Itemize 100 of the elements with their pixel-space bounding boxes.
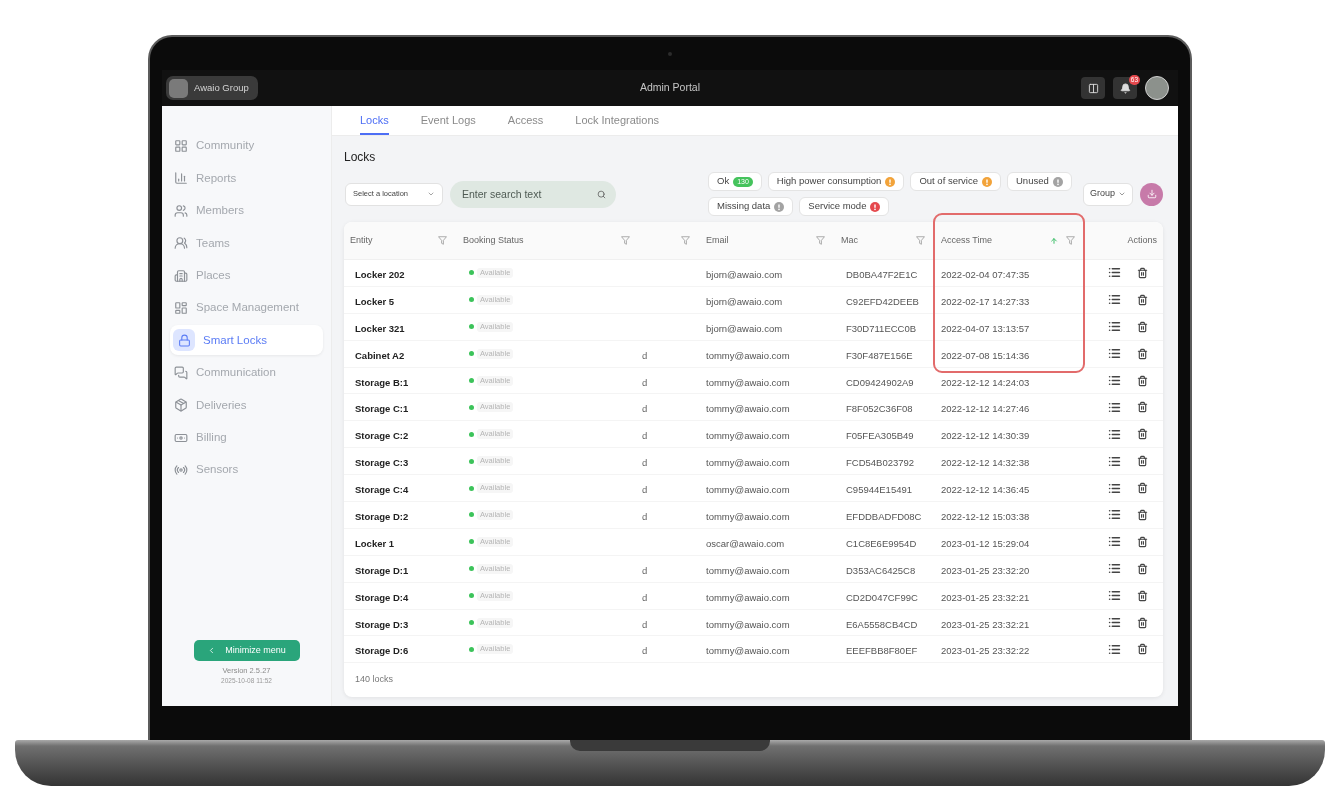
layout-icon bbox=[174, 300, 188, 315]
trash-icon[interactable] bbox=[1137, 401, 1148, 414]
access-time: 2022-12-12 14:27:46 bbox=[941, 403, 1030, 415]
sidebar-item[interactable]: Communication bbox=[170, 357, 323, 388]
trash-icon[interactable] bbox=[1137, 266, 1148, 279]
status-filter-chip[interactable]: Missing data bbox=[708, 197, 794, 216]
column-header: Entity bbox=[350, 233, 373, 247]
mac-address: C1C8E6E9954D bbox=[846, 537, 917, 549]
search-icon bbox=[597, 189, 606, 199]
columns-icon bbox=[1087, 82, 1099, 94]
mac-address: CD09424902A9 bbox=[846, 376, 914, 388]
column-value: d bbox=[642, 403, 648, 415]
email-address: tommy@awaio.com bbox=[706, 403, 790, 415]
tab[interactable]: Lock Integrations bbox=[575, 106, 660, 135]
access-time: 2022-12-12 14:32:38 bbox=[941, 457, 1030, 469]
chevron-down-icon bbox=[1118, 190, 1126, 198]
sidebar-item[interactable]: Places bbox=[170, 260, 323, 291]
list-icon[interactable] bbox=[1108, 427, 1121, 441]
list-icon[interactable] bbox=[1108, 642, 1121, 656]
trash-icon[interactable] bbox=[1137, 320, 1148, 333]
trash-icon[interactable] bbox=[1137, 455, 1148, 468]
trash-icon[interactable] bbox=[1137, 535, 1148, 548]
list-icon[interactable] bbox=[1108, 320, 1121, 334]
sidebar-item[interactable]: Members bbox=[170, 195, 323, 226]
trash-icon[interactable] bbox=[1137, 562, 1148, 575]
email-address: tommy@awaio.com bbox=[706, 510, 790, 522]
package-icon bbox=[174, 398, 188, 413]
trash-icon[interactable] bbox=[1137, 508, 1148, 521]
sidebar-item[interactable]: Sensors bbox=[170, 454, 323, 485]
list-icon[interactable] bbox=[1108, 347, 1121, 361]
list-icon[interactable] bbox=[1108, 616, 1121, 629]
lock-name: Locker 5 bbox=[355, 295, 395, 307]
tab[interactable]: Locks bbox=[360, 106, 389, 135]
lock-name: Storage C:4 bbox=[355, 484, 409, 496]
list-icon[interactable] bbox=[1108, 374, 1121, 387]
search-field[interactable]: Enter search text bbox=[450, 180, 616, 208]
access-time: 2022-04-07 13:13:57 bbox=[941, 322, 1030, 334]
avatar[interactable] bbox=[1145, 76, 1169, 100]
trash-icon[interactable] bbox=[1137, 347, 1148, 360]
mac-address: D353AC6425C8 bbox=[846, 564, 916, 576]
mac-address: F30D711ECC0B bbox=[846, 322, 917, 334]
minimize-menu-button[interactable]: Minimize menu bbox=[193, 640, 300, 661]
email-address: bjorn@awaio.com bbox=[706, 268, 783, 280]
group-select[interactable]: Group bbox=[1083, 182, 1133, 206]
lock-name: Locker 1 bbox=[355, 537, 395, 549]
list-icon[interactable] bbox=[1108, 454, 1121, 468]
trash-icon[interactable] bbox=[1137, 589, 1148, 602]
signal-icon bbox=[174, 462, 188, 477]
trash-icon[interactable] bbox=[1137, 643, 1148, 656]
status-filter-chip[interactable]: High power consumption bbox=[767, 172, 905, 191]
column-header: Mac bbox=[841, 233, 858, 247]
list-icon[interactable] bbox=[1108, 293, 1121, 307]
email-address: tommy@awaio.com bbox=[706, 349, 790, 361]
sidebar-item[interactable]: Billing bbox=[170, 422, 323, 453]
organization-switcher[interactable]: Awaio Group bbox=[166, 76, 258, 100]
lock-name: Storage D:3 bbox=[355, 618, 409, 630]
trash-icon[interactable] bbox=[1137, 482, 1148, 495]
tab[interactable]: Access bbox=[507, 106, 544, 135]
list-icon[interactable] bbox=[1108, 266, 1121, 280]
list-icon[interactable] bbox=[1108, 400, 1121, 414]
column-header: Email bbox=[706, 233, 729, 247]
sidebar-item[interactable]: Community bbox=[170, 131, 323, 161]
mac-address: EFDDBADFD08C bbox=[846, 510, 922, 522]
access-time: 2022-12-12 15:03:38 bbox=[941, 510, 1030, 522]
status-filter-chip[interactable]: Service mode bbox=[799, 197, 890, 216]
lock-name: Locker 202 bbox=[355, 268, 405, 280]
download-button[interactable] bbox=[1140, 182, 1163, 206]
trash-icon[interactable] bbox=[1137, 293, 1148, 306]
sidebar-item[interactable]: Deliveries bbox=[170, 390, 323, 421]
group-icon bbox=[174, 236, 188, 251]
email-address: tommy@awaio.com bbox=[706, 618, 790, 630]
list-icon[interactable] bbox=[1108, 562, 1121, 576]
column-value: d bbox=[642, 457, 648, 469]
sidebar-item[interactable]: Teams bbox=[170, 228, 323, 259]
lock-count: 140 locks bbox=[355, 673, 394, 687]
access-time: 2022-12-12 14:24:03 bbox=[941, 376, 1030, 388]
sidebar-item[interactable]: Reports bbox=[170, 163, 323, 194]
access-time: 2022-07-08 15:14:36 bbox=[941, 349, 1030, 361]
trash-icon[interactable] bbox=[1137, 374, 1148, 387]
sidebar-item[interactable]: Smart Locks bbox=[170, 325, 323, 356]
access-time: 2023-01-25 23:32:22 bbox=[941, 645, 1030, 657]
email-address: tommy@awaio.com bbox=[706, 484, 790, 496]
sidebar-item[interactable]: Space Management bbox=[170, 292, 323, 323]
list-icon[interactable] bbox=[1108, 481, 1121, 495]
list-icon[interactable] bbox=[1108, 508, 1121, 522]
access-time: 2023-01-25 23:32:21 bbox=[941, 591, 1030, 603]
column-value: d bbox=[642, 349, 648, 361]
lock-name: Storage D:1 bbox=[355, 564, 409, 576]
status-filter-chip[interactable]: Unused bbox=[1007, 172, 1072, 191]
mac-address: F30F487E156E bbox=[846, 349, 913, 361]
mac-address: C95944E15491 bbox=[846, 484, 913, 496]
trash-icon[interactable] bbox=[1137, 616, 1148, 629]
column-value: d bbox=[642, 376, 648, 388]
list-icon[interactable] bbox=[1108, 589, 1121, 603]
trash-icon[interactable] bbox=[1137, 428, 1148, 441]
list-icon[interactable] bbox=[1108, 535, 1121, 549]
status-filter-chip[interactable]: Out of service bbox=[910, 172, 1001, 191]
panel-toggle-button[interactable] bbox=[1081, 77, 1105, 99]
tab[interactable]: Event Logs bbox=[420, 106, 476, 135]
lock-icon bbox=[173, 329, 195, 352]
